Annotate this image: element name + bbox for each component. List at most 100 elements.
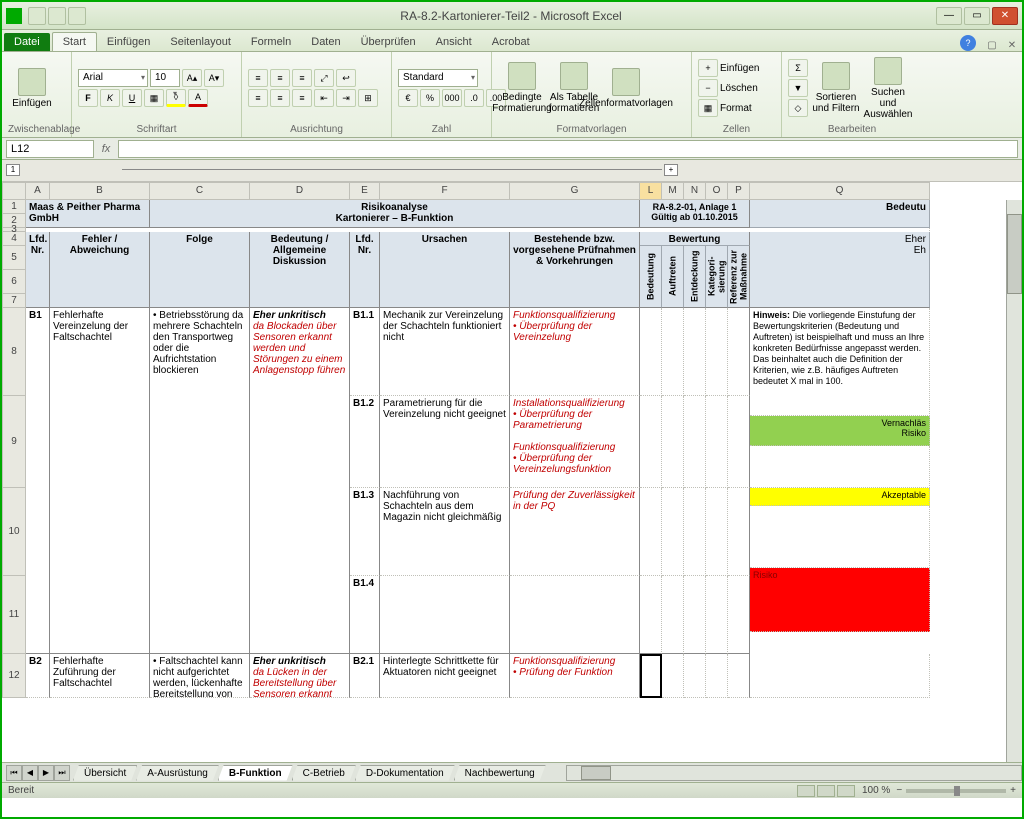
sheet-tab-a-ausrüstung[interactable]: A-Ausrüstung [136,765,219,781]
align-right-icon[interactable]: ≡ [292,89,312,107]
cell[interactable]: Prüfung der Zuverlässigkeit in der PQ [510,488,640,576]
column-header-P[interactable]: P [728,182,750,200]
cell[interactable] [662,308,684,396]
column-header-C[interactable]: C [150,182,250,200]
delete-cells-icon[interactable]: − [698,79,718,97]
thousands-icon[interactable]: 000 [442,89,462,107]
redo-icon[interactable] [68,7,86,25]
cell[interactable]: Fehler / Abweichung [50,232,150,308]
minimize-button[interactable]: — [936,7,962,25]
cell[interactable]: Bestehende bzw. vorgesehene Prüfnahmen &… [510,232,640,308]
cell[interactable]: Entdeckung [684,246,706,308]
font-name-combo[interactable]: Arial [78,69,148,87]
column-header-D[interactable]: D [250,182,350,200]
cell[interactable] [640,488,662,576]
cell[interactable]: Lfd. Nr. [350,232,380,308]
cell[interactable] [640,576,662,654]
column-header-Q[interactable]: Q [750,182,930,200]
italic-icon[interactable]: K [100,89,120,107]
number-format-combo[interactable]: Standard [398,69,478,87]
tab-nav-last-icon[interactable]: ⏭ [54,765,70,781]
border-icon[interactable]: ▦ [144,89,164,107]
cell[interactable] [640,396,662,488]
row-header-11[interactable]: 11 [2,576,26,654]
row-header-9[interactable]: 9 [2,396,26,488]
cell[interactable]: B1.4 [350,576,380,654]
cell[interactable]: Akzeptable [750,488,930,506]
zoom-out-icon[interactable]: − [896,785,902,796]
column-header-O[interactable]: O [706,182,728,200]
cell[interactable]: Installationsqualifizierung• Überprüfung… [510,396,640,488]
column-header-B[interactable]: B [50,182,150,200]
cell[interactable] [684,396,706,488]
cell[interactable]: Referenz zur Maßnahme [728,246,750,308]
cell[interactable]: Funktionsqualifizierung• Überprüfung der… [510,308,640,396]
cell[interactable]: Fehlerhafte Vereinzelung der Faltschacht… [50,308,150,654]
cell[interactable] [510,576,640,654]
column-header-G[interactable]: G [510,182,640,200]
font-color-icon[interactable]: A [188,89,208,107]
format-cells-icon[interactable]: ▦ [698,99,718,117]
doc-close-icon[interactable]: ✕ [1002,40,1022,51]
cell-styles-button[interactable]: Zellenformatvorlagen [602,68,650,109]
cell[interactable]: Bewertung [640,232,750,246]
cell[interactable]: Eher unkritischda Lücken in der Bereitst… [250,654,350,698]
undo-icon[interactable] [48,7,66,25]
view-pagebreak-icon[interactable] [837,785,855,797]
tab-einfuegen[interactable]: Einfügen [97,33,160,51]
cell[interactable] [706,654,728,698]
cell[interactable] [728,576,750,654]
vertical-scrollbar[interactable] [1006,200,1022,762]
cell[interactable] [728,308,750,396]
sheet-tab-d-dokumentation[interactable]: D-Dokumentation [355,765,455,781]
align-top-icon[interactable]: ≡ [248,69,268,87]
cell[interactable]: Bedeutung / Allgemeine Diskussion [250,232,350,308]
tab-formeln[interactable]: Formeln [241,33,301,51]
align-center-icon[interactable]: ≡ [270,89,290,107]
cell[interactable]: Folge [150,232,250,308]
tab-acrobat[interactable]: Acrobat [482,33,540,51]
indent-dec-icon[interactable]: ⇤ [314,89,334,107]
column-header-E[interactable]: E [350,182,380,200]
cell[interactable]: RisikoanalyseKartonierer – B-Funktion [150,200,640,228]
underline-icon[interactable]: U [122,89,142,107]
fx-icon[interactable]: fx [98,143,114,155]
cell[interactable]: Lfd. Nr. [26,232,50,308]
inc-decimal-icon[interactable]: .0 [464,89,484,107]
merge-icon[interactable]: ⊞ [358,89,378,107]
cell[interactable]: B1.3 [350,488,380,576]
cell[interactable]: VernachläsRisiko [750,416,930,446]
zoom-in-icon[interactable]: + [1010,785,1016,796]
horizontal-scrollbar[interactable] [566,765,1022,781]
cell[interactable] [380,576,510,654]
cell[interactable] [706,308,728,396]
formula-input[interactable] [118,140,1018,158]
cell[interactable]: Fehlerhafte Zuführung der Faltschachtel [50,654,150,698]
outline-collapse-icon[interactable]: + [664,164,678,176]
cell[interactable] [706,488,728,576]
sheet-tab-b-funktion[interactable]: B-Funktion [218,765,293,781]
zoom-level[interactable]: 100 % [862,785,890,796]
zoom-slider[interactable] [906,789,1006,793]
column-header-L[interactable]: L [640,182,662,200]
cell[interactable]: Kategori-sierung [706,246,728,308]
autosum-icon[interactable]: Σ [788,59,808,77]
align-middle-icon[interactable]: ≡ [270,69,290,87]
cell[interactable]: Eher unkritischda Blockaden über Sensore… [250,308,350,654]
sort-filter-button[interactable]: Sortieren und Filtern [812,62,860,114]
cell[interactable] [750,654,930,698]
cell[interactable]: Bedeutu [750,200,930,228]
cell-grid[interactable]: Maas & Peither Pharma GmbHRisikoanalyseK… [26,200,930,698]
column-header-F[interactable]: F [380,182,510,200]
cell[interactable]: B1 [26,308,50,654]
cell[interactable]: Risiko [750,568,930,632]
cell[interactable] [750,506,930,568]
indent-inc-icon[interactable]: ⇥ [336,89,356,107]
row-header-6[interactable]: 6 [2,270,26,294]
grow-font-icon[interactable]: A▴ [182,69,202,87]
orientation-icon[interactable]: ⤢ [314,69,334,87]
name-box[interactable]: L12 [6,140,94,158]
view-normal-icon[interactable] [797,785,815,797]
view-layout-icon[interactable] [817,785,835,797]
cell[interactable]: B2 [26,654,50,698]
